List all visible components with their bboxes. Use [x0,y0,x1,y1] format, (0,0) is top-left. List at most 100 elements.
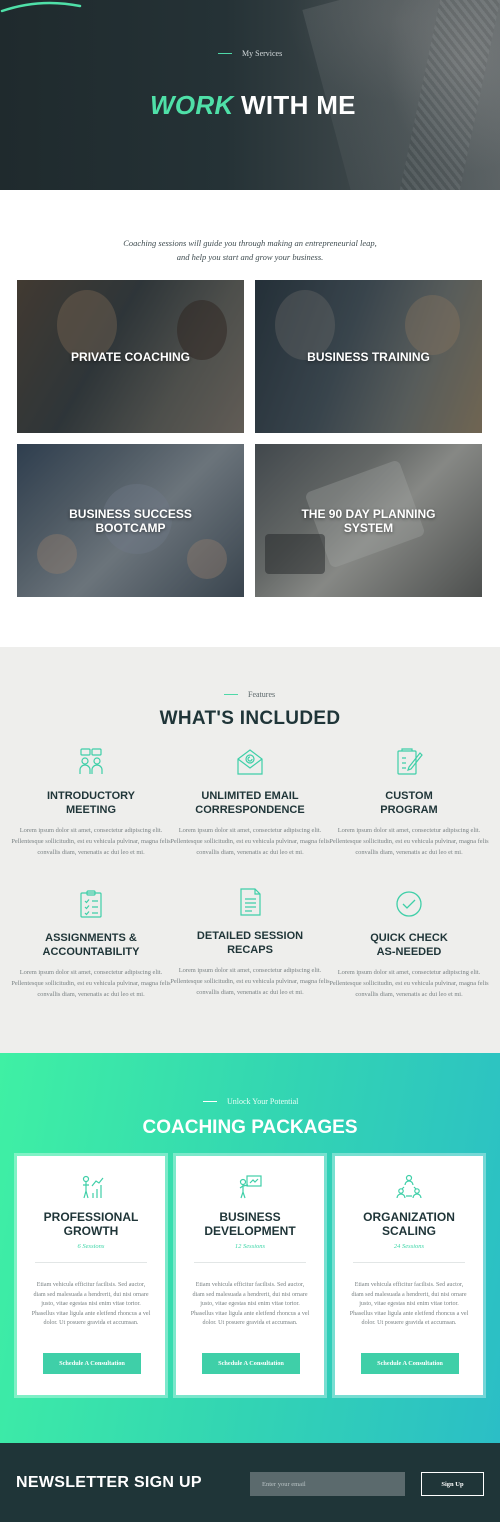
package-sessions: 6 Sessions [77,1243,105,1250]
feature-title: UNLIMITED EMAIL CORRESPONDENCE [170,789,330,817]
hero-banner: My Services WORK WITH ME [0,0,500,190]
feature-title-line-2: MEETING [65,804,117,816]
features-section: Features WHAT'S INCLUDED INTRODUCTORY MEE… [0,647,500,1053]
package-card-organization-scaling: ORGANIZATION SCALING 24 Sessions Etiam ve… [335,1156,483,1395]
feature-title-line-2: ACCOUNTABILITY [42,946,140,958]
feature-introductory-meeting: INTRODUCTORY MEETING Lorem ipsum dolor si… [11,747,171,858]
feature-description: Lorem ipsum dolor sit amet, consectetur … [11,827,171,856]
feature-unlimited-email: UNLIMITED EMAIL CORRESPONDENCE Lorem ipsu… [170,747,330,858]
feature-title-line-1: CUSTOM [385,790,433,802]
packages-title: COACHING PACKAGES [142,1117,358,1138]
package-title: BUSINESS DEVELOPMENT [178,1210,322,1238]
feature-title: QUICK CHECK AS-NEEDED [329,931,489,959]
label-line-1: THE 90 DAY PLANNING [301,506,436,521]
intro-line-2: and help you start and grow your busines… [176,252,324,262]
email-field[interactable] [250,1472,405,1496]
service-card-label: THE 90 DAY PLANNING SYSTEM [301,507,435,535]
title-underline-swoosh [0,1,82,13]
hero-eyebrow-text: My Services [242,49,283,58]
services-intro: Coaching sessions will guide you through… [0,236,500,264]
intro-line-1: Coaching sessions will guide you through… [123,238,377,248]
feature-title: ASSIGNMENTS & ACCOUNTABILITY [11,931,171,959]
packages-eyebrow-text: Unlock Your Potential [227,1097,299,1106]
newsletter-section: NEWSLETTER SIGN UP Sign Up [0,1443,500,1522]
eyebrow-line [218,53,232,54]
meeting-icon [79,748,103,774]
program-icon [397,748,423,775]
clipboard-icon [80,890,102,918]
feature-title-line-2: AS-NEEDED [376,946,442,958]
check-circle-icon [396,891,422,917]
packages-section: Unlock Your Potential COACHING PACKAGES … [0,1053,500,1443]
service-card-bootcamp[interactable]: BUSINESS SUCCESS BOOTCAMP [17,444,244,597]
presentation-icon [239,1175,262,1199]
feature-description: Lorem ipsum dolor sit amet, consectetur … [329,969,489,998]
feature-title: CUSTOM PROGRAM [329,789,489,817]
features-title: WHAT'S INCLUDED [159,708,341,729]
packages-eyebrow: Unlock Your Potential [203,1097,298,1106]
service-card-label: BUSINESS SUCCESS BOOTCAMP [69,507,192,535]
package-description: Etiam vehicula efficitur facilisis. Sed … [31,1282,151,1327]
feature-title-line-1: QUICK CHECK [370,932,448,944]
feature-title: DETAILED SESSION RECAPS [170,929,330,957]
package-title-line-2: SCALING [382,1224,436,1238]
newsletter-title: NEWSLETTER SIGN UP [16,1474,202,1491]
feature-assignments: ASSIGNMENTS & ACCOUNTABILITY Lorem ipsum … [11,889,171,1000]
schedule-consultation-button[interactable]: Schedule A Consultation [202,1353,300,1374]
package-card-professional-growth: PROFESSIONAL GROWTH 6 Sessions Etiam vehi… [17,1156,165,1395]
package-description: Etiam vehicula efficitur facilisis. Sed … [190,1282,310,1327]
package-title: ORGANIZATION SCALING [337,1210,481,1238]
feature-quick-check: QUICK CHECK AS-NEEDED Lorem ipsum dolor s… [329,889,489,1000]
service-card-label: PRIVATE COACHING [71,349,190,364]
feature-title-line-1: INTRODUCTORY [47,790,135,802]
team-network-icon [396,1174,422,1199]
feature-description: Lorem ipsum dolor sit amet, consectetur … [329,827,489,856]
title-accent: WORK [150,90,234,120]
service-card-private-coaching[interactable]: PRIVATE COACHING [17,280,244,433]
package-title-line-2: DEVELOPMENT [204,1224,296,1238]
package-divider [353,1262,465,1263]
package-card-business-development: BUSINESS DEVELOPMENT 12 Sessions Etiam ve… [176,1156,324,1395]
package-description: Etiam vehicula efficitur facilisis. Sed … [349,1282,469,1327]
feature-description: Lorem ipsum dolor sit amet, consectetur … [11,969,171,998]
schedule-consultation-button[interactable]: Schedule A Consultation [43,1353,141,1374]
feature-description: Lorem ipsum dolor sit amet, consectetur … [170,967,330,996]
features-eyebrow-text: Features [248,690,276,699]
eyebrow-line [203,1101,217,1102]
package-title-line-1: BUSINESS [219,1210,281,1224]
document-icon [240,888,261,916]
label-line-2: BOOTCAMP [95,520,166,535]
package-divider [35,1262,147,1263]
service-card-business-training[interactable]: BUSINESS TRAINING [255,280,482,433]
feature-title-line-2: PROGRAM [380,804,438,816]
feature-title-line-2: RECAPS [227,944,273,956]
package-sessions: 24 Sessions [393,1243,425,1250]
sign-up-button[interactable]: Sign Up [421,1472,484,1496]
feature-title-line-2: CORRESPONDENCE [195,804,305,816]
feature-title-line-1: ASSIGNMENTS & [45,932,137,944]
package-title-line-1: PROFESSIONAL [43,1210,139,1224]
features-eyebrow: Features [224,690,275,699]
feature-title-line-1: UNLIMITED EMAIL [201,790,299,802]
eyebrow-line [224,694,238,695]
schedule-consultation-button[interactable]: Schedule A Consultation [361,1353,459,1374]
service-card-planning-system[interactable]: THE 90 DAY PLANNING SYSTEM [255,444,482,597]
label-line-1: BUSINESS SUCCESS [69,506,192,521]
page-title: WORK WITH ME [150,90,356,121]
feature-custom-program: CUSTOM PROGRAM Lorem ipsum dolor sit amet… [329,747,489,858]
growth-icon [82,1175,104,1199]
service-card-label: BUSINESS TRAINING [307,349,430,364]
label-line-2: SYSTEM [343,520,394,535]
title-rest: WITH ME [233,90,356,120]
feature-title-line-1: DETAILED SESSION [196,930,304,942]
feature-session-recaps: DETAILED SESSION RECAPS Lorem ipsum dolor… [170,887,330,998]
package-title-line-1: ORGANIZATION [363,1210,455,1224]
hero-eyebrow: My Services [218,49,282,58]
package-title-line-2: GROWTH [63,1224,119,1238]
feature-title: INTRODUCTORY MEETING [11,789,171,817]
package-divider [194,1262,306,1263]
package-sessions: 12 Sessions [234,1243,266,1250]
feature-description: Lorem ipsum dolor sit amet, consectetur … [170,827,330,856]
package-title: PROFESSIONAL GROWTH [19,1210,163,1238]
email-icon [237,749,263,775]
